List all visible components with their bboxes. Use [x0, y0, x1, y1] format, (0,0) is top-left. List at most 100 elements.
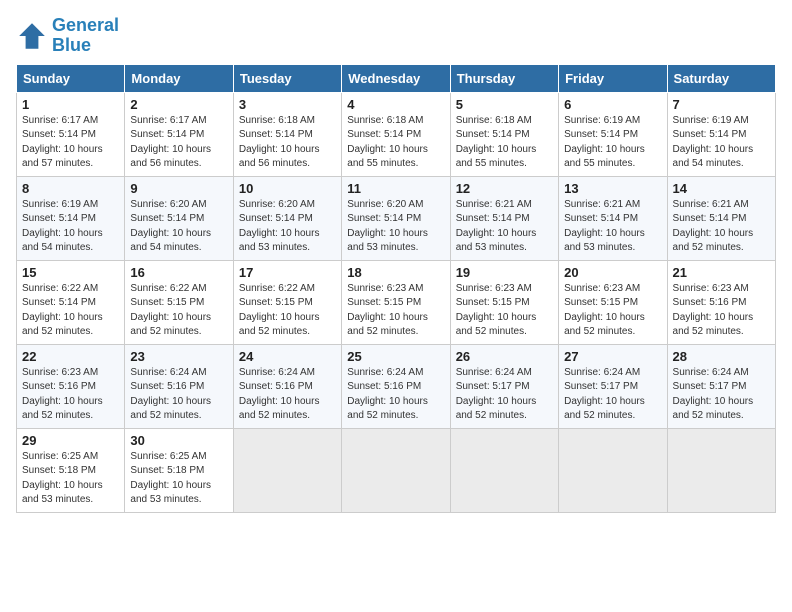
day-info: Sunrise: 6:20 AM Sunset: 5:14 PM Dayligh…: [239, 198, 336, 256]
calendar-week-5: 29 Sunrise: 6:25 AM Sunset: 5:18 PM Dayli…: [17, 428, 776, 512]
day-info: Sunrise: 6:25 AM Sunset: 5:18 PM Dayligh…: [130, 450, 227, 508]
day-info: Sunrise: 6:22 AM Sunset: 5:15 PM Dayligh…: [130, 282, 227, 340]
calendar-cell: 27 Sunrise: 6:24 AM Sunset: 5:17 PM Dayli…: [559, 344, 667, 428]
day-info: Sunrise: 6:24 AM Sunset: 5:17 PM Dayligh…: [564, 366, 661, 424]
calendar-week-2: 8 Sunrise: 6:19 AM Sunset: 5:14 PM Daylig…: [17, 176, 776, 260]
calendar-cell: 1 Sunrise: 6:17 AM Sunset: 5:14 PM Daylig…: [17, 92, 125, 176]
day-info: Sunrise: 6:23 AM Sunset: 5:15 PM Dayligh…: [347, 282, 444, 340]
calendar-cell: [559, 428, 667, 512]
day-info: Sunrise: 6:21 AM Sunset: 5:14 PM Dayligh…: [456, 198, 553, 256]
day-info: Sunrise: 6:23 AM Sunset: 5:15 PM Dayligh…: [456, 282, 553, 340]
calendar-cell: [342, 428, 450, 512]
day-number: 21: [673, 265, 770, 280]
calendar-cell: 8 Sunrise: 6:19 AM Sunset: 5:14 PM Daylig…: [17, 176, 125, 260]
day-number: 17: [239, 265, 336, 280]
day-info: Sunrise: 6:20 AM Sunset: 5:14 PM Dayligh…: [347, 198, 444, 256]
day-info: Sunrise: 6:21 AM Sunset: 5:14 PM Dayligh…: [673, 198, 770, 256]
calendar-week-4: 22Sunrise: 6:23 AM Sunset: 5:16 PM Dayli…: [17, 344, 776, 428]
calendar-cell: 21Sunrise: 6:23 AM Sunset: 5:16 PM Dayli…: [667, 260, 775, 344]
calendar-cell: 5Sunrise: 6:18 AM Sunset: 5:14 PM Daylig…: [450, 92, 558, 176]
day-number: 18: [347, 265, 444, 280]
calendar-cell: [667, 428, 775, 512]
day-number: 25: [347, 349, 444, 364]
day-number: 22: [22, 349, 119, 364]
day-number: 20: [564, 265, 661, 280]
day-info: Sunrise: 6:22 AM Sunset: 5:14 PM Dayligh…: [22, 282, 119, 340]
day-number: 4: [347, 97, 444, 112]
day-info: Sunrise: 6:19 AM Sunset: 5:14 PM Dayligh…: [564, 114, 661, 172]
calendar-cell: 26 Sunrise: 6:24 AM Sunset: 5:17 PM Dayli…: [450, 344, 558, 428]
day-number: 15: [22, 265, 119, 280]
day-number: 2: [130, 97, 227, 112]
calendar-cell: 22Sunrise: 6:23 AM Sunset: 5:16 PM Dayli…: [17, 344, 125, 428]
calendar-cell: 14 Sunrise: 6:21 AM Sunset: 5:14 PM Dayli…: [667, 176, 775, 260]
day-number: 16: [130, 265, 227, 280]
calendar-cell: 24 Sunrise: 6:24 AM Sunset: 5:16 PM Dayli…: [233, 344, 341, 428]
day-info: Sunrise: 6:17 AM Sunset: 5:14 PM Dayligh…: [130, 114, 227, 172]
day-number: 11: [347, 181, 444, 196]
day-info: Sunrise: 6:20 AM Sunset: 5:14 PM Dayligh…: [130, 198, 227, 256]
header-cell-saturday: Saturday: [667, 64, 775, 92]
calendar-cell: 13 Sunrise: 6:21 AM Sunset: 5:14 PM Dayli…: [559, 176, 667, 260]
calendar-cell: 17 Sunrise: 6:22 AM Sunset: 5:15 PM Dayli…: [233, 260, 341, 344]
calendar-cell: 20 Sunrise: 6:23 AM Sunset: 5:15 PM Dayli…: [559, 260, 667, 344]
calendar-cell: 23 Sunrise: 6:24 AM Sunset: 5:16 PM Dayli…: [125, 344, 233, 428]
day-info: Sunrise: 6:21 AM Sunset: 5:14 PM Dayligh…: [564, 198, 661, 256]
calendar-table: SundayMondayTuesdayWednesdayThursdayFrid…: [16, 64, 776, 513]
calendar-cell: 9 Sunrise: 6:20 AM Sunset: 5:14 PM Daylig…: [125, 176, 233, 260]
calendar-cell: 2 Sunrise: 6:17 AM Sunset: 5:14 PM Daylig…: [125, 92, 233, 176]
calendar-cell: [233, 428, 341, 512]
day-number: 30: [130, 433, 227, 448]
calendar-header-row: SundayMondayTuesdayWednesdayThursdayFrid…: [17, 64, 776, 92]
day-info: Sunrise: 6:24 AM Sunset: 5:17 PM Dayligh…: [673, 366, 770, 424]
header: General Blue: [16, 16, 776, 56]
calendar-cell: 18 Sunrise: 6:23 AM Sunset: 5:15 PM Dayli…: [342, 260, 450, 344]
day-info: Sunrise: 6:24 AM Sunset: 5:16 PM Dayligh…: [239, 366, 336, 424]
day-number: 26: [456, 349, 553, 364]
header-cell-wednesday: Wednesday: [342, 64, 450, 92]
header-cell-monday: Monday: [125, 64, 233, 92]
calendar-cell: 12 Sunrise: 6:21 AM Sunset: 5:14 PM Dayli…: [450, 176, 558, 260]
day-number: 5: [456, 97, 553, 112]
calendar-cell: 28 Sunrise: 6:24 AM Sunset: 5:17 PM Dayli…: [667, 344, 775, 428]
day-number: 9: [130, 181, 227, 196]
calendar-cell: 4Sunrise: 6:18 AM Sunset: 5:14 PM Daylig…: [342, 92, 450, 176]
calendar-week-1: 1 Sunrise: 6:17 AM Sunset: 5:14 PM Daylig…: [17, 92, 776, 176]
logo: General Blue: [16, 16, 119, 56]
day-number: 8: [22, 181, 119, 196]
calendar-cell: 11 Sunrise: 6:20 AM Sunset: 5:14 PM Dayli…: [342, 176, 450, 260]
calendar-week-3: 15 Sunrise: 6:22 AM Sunset: 5:14 PM Dayli…: [17, 260, 776, 344]
header-cell-tuesday: Tuesday: [233, 64, 341, 92]
day-info: Sunrise: 6:22 AM Sunset: 5:15 PM Dayligh…: [239, 282, 336, 340]
calendar-cell: 29Sunrise: 6:25 AM Sunset: 5:18 PM Dayli…: [17, 428, 125, 512]
day-info: Sunrise: 6:24 AM Sunset: 5:16 PM Dayligh…: [130, 366, 227, 424]
calendar-cell: 15 Sunrise: 6:22 AM Sunset: 5:14 PM Dayli…: [17, 260, 125, 344]
day-number: 6: [564, 97, 661, 112]
header-cell-sunday: Sunday: [17, 64, 125, 92]
day-info: Sunrise: 6:19 AM Sunset: 5:14 PM Dayligh…: [22, 198, 119, 256]
calendar-cell: 16 Sunrise: 6:22 AM Sunset: 5:15 PM Dayli…: [125, 260, 233, 344]
day-number: 24: [239, 349, 336, 364]
calendar-body: 1 Sunrise: 6:17 AM Sunset: 5:14 PM Daylig…: [17, 92, 776, 512]
day-number: 13: [564, 181, 661, 196]
day-number: 7: [673, 97, 770, 112]
day-info: Sunrise: 6:23 AM Sunset: 5:15 PM Dayligh…: [564, 282, 661, 340]
day-number: 27: [564, 349, 661, 364]
calendar-cell: 19Sunrise: 6:23 AM Sunset: 5:15 PM Dayli…: [450, 260, 558, 344]
day-number: 1: [22, 97, 119, 112]
day-number: 10: [239, 181, 336, 196]
calendar-cell: 6 Sunrise: 6:19 AM Sunset: 5:14 PM Daylig…: [559, 92, 667, 176]
day-number: 29: [22, 433, 119, 448]
day-info: Sunrise: 6:18 AM Sunset: 5:14 PM Dayligh…: [239, 114, 336, 172]
day-number: 23: [130, 349, 227, 364]
day-number: 14: [673, 181, 770, 196]
calendar-cell: 7Sunrise: 6:19 AM Sunset: 5:14 PM Daylig…: [667, 92, 775, 176]
header-cell-thursday: Thursday: [450, 64, 558, 92]
day-number: 12: [456, 181, 553, 196]
calendar-cell: 3Sunrise: 6:18 AM Sunset: 5:14 PM Daylig…: [233, 92, 341, 176]
day-info: Sunrise: 6:17 AM Sunset: 5:14 PM Dayligh…: [22, 114, 119, 172]
calendar-cell: 30 Sunrise: 6:25 AM Sunset: 5:18 PM Dayli…: [125, 428, 233, 512]
day-number: 28: [673, 349, 770, 364]
logo-icon: [16, 20, 48, 52]
day-info: Sunrise: 6:24 AM Sunset: 5:17 PM Dayligh…: [456, 366, 553, 424]
